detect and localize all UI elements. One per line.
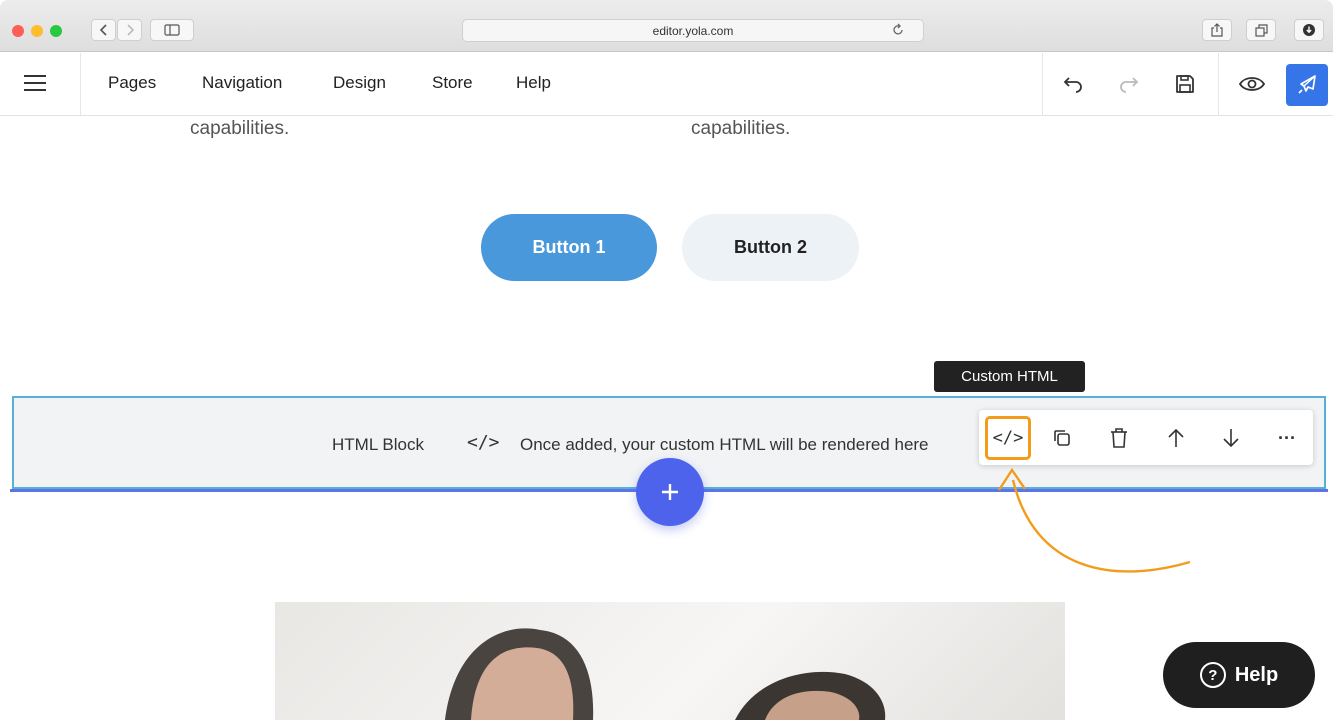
help-widget-label: Help — [1234, 663, 1279, 686]
add-block-button[interactable] — [636, 458, 704, 526]
custom-html-tooltip: Custom HTML — [934, 361, 1085, 392]
duplicate-icon[interactable] — [1046, 422, 1078, 454]
forward-button[interactable] — [117, 19, 142, 41]
zoom-window-button[interactable] — [50, 25, 62, 37]
button-1[interactable]: Button 1 — [481, 214, 657, 281]
hamburger-menu-icon[interactable] — [24, 70, 54, 100]
menu-item-help[interactable]: Help — [516, 73, 551, 93]
chevron-left-icon — [99, 24, 107, 36]
url-text: editor.yola.com — [652, 23, 734, 38]
delete-icon[interactable] — [1103, 422, 1135, 454]
plus-icon — [662, 484, 678, 500]
html-block-description: Once added, your custom HTML will be ren… — [520, 435, 929, 454]
sidebar-toggle-button[interactable] — [150, 19, 194, 41]
annotation-arrow — [997, 467, 1191, 573]
chevron-right-icon — [126, 24, 134, 36]
move-down-icon[interactable] — [1215, 422, 1247, 454]
publish-button[interactable] — [1286, 64, 1328, 106]
tabs-overview-button[interactable] — [1246, 19, 1276, 41]
preview-eye-icon[interactable] — [1237, 69, 1267, 99]
browser-toolbar: editor.yola.com — [0, 0, 1333, 52]
menu-item-navigation[interactable]: Navigation — [202, 73, 282, 93]
share-button[interactable] — [1202, 19, 1232, 41]
hero-image — [275, 602, 1065, 720]
menu-item-pages[interactable]: Pages — [108, 73, 156, 93]
menu-item-design[interactable]: Design — [333, 73, 386, 93]
address-bar[interactable]: editor.yola.com — [462, 19, 924, 42]
question-icon: ? — [1199, 662, 1226, 688]
tabs-icon — [1254, 23, 1268, 37]
publish-rocket-icon — [1298, 75, 1316, 94]
download-icon — [1303, 24, 1315, 36]
toolbar-divider — [1218, 53, 1219, 115]
menu-divider — [80, 53, 81, 115]
undo-icon[interactable] — [1059, 69, 1089, 99]
toolbar-divider — [1042, 53, 1043, 115]
more-icon[interactable]: ··· — [1271, 422, 1303, 454]
block-toolbar: </> ··· — [979, 410, 1313, 465]
feature-text-left: capabilities. — [190, 118, 290, 139]
code-icon: </> — [467, 432, 500, 453]
downloads-button[interactable] — [1294, 19, 1324, 41]
custom-html-icon[interactable]: </> — [985, 416, 1031, 460]
reload-icon[interactable] — [891, 23, 905, 37]
share-icon — [1211, 23, 1223, 37]
button-2[interactable]: Button 2 — [682, 214, 859, 281]
sidebar-icon — [164, 24, 180, 36]
redo-icon[interactable] — [1113, 69, 1143, 99]
menu-item-store[interactable]: Store — [432, 73, 473, 93]
editor-header: Pages Navigation Design Store Help — [0, 53, 1333, 116]
feature-text-right: capabilities. — [691, 118, 791, 139]
html-block-label: HTML Block — [332, 435, 424, 454]
minimize-window-button[interactable] — [31, 25, 43, 37]
move-up-icon[interactable] — [1160, 422, 1192, 454]
save-icon[interactable] — [1170, 69, 1200, 99]
back-button[interactable] — [91, 19, 116, 41]
close-window-button[interactable] — [12, 25, 24, 37]
help-widget-button[interactable]: ? Help — [1163, 642, 1315, 708]
